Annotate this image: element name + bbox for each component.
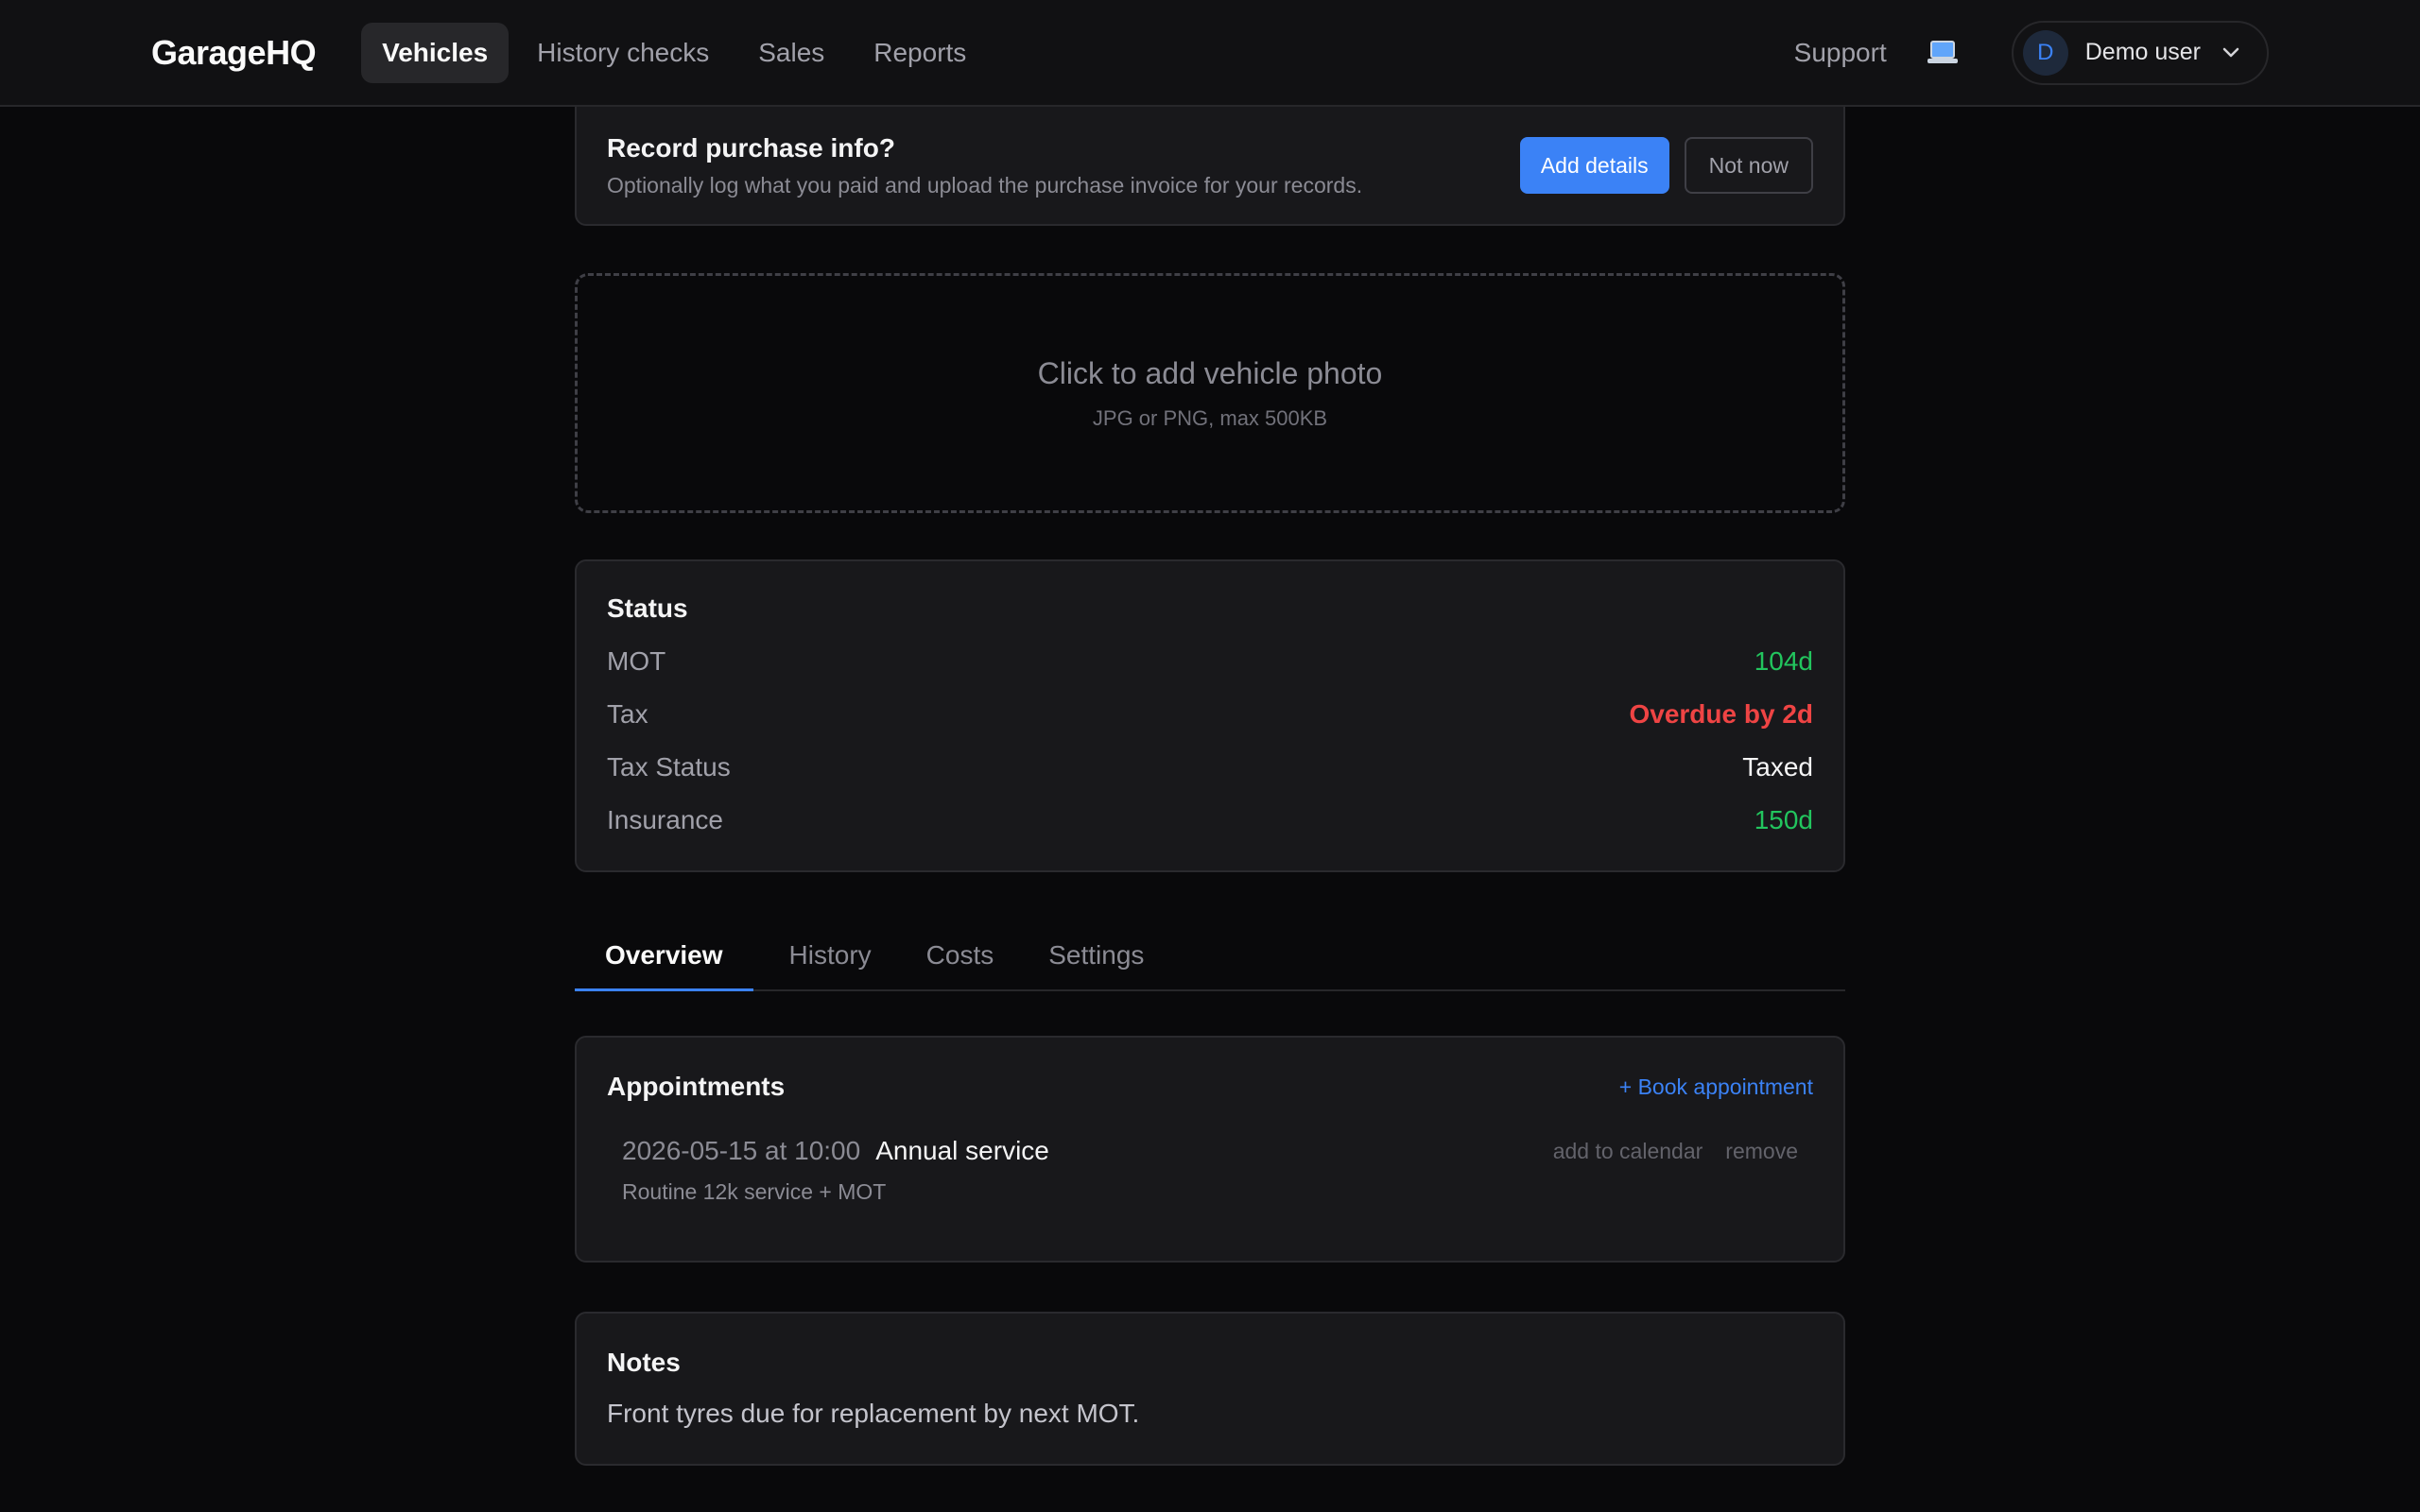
status-value: Overdue by 2d [1629,699,1813,729]
nav-item-reports[interactable]: Reports [853,23,987,83]
status-row-tax-status: Tax Status Taxed [607,741,1813,794]
status-label: Tax [607,699,648,729]
remove-appointment-link[interactable]: remove [1725,1139,1798,1164]
tab-costs[interactable]: Costs [908,921,1013,991]
appointment-item: 2026-05-15 at 10:00 Annual service add t… [607,1136,1813,1205]
vehicle-photo-dropzone[interactable]: Click to add vehicle photo JPG or PNG, m… [575,273,1845,513]
appointment-actions: add to calendar remove [1553,1139,1798,1164]
user-name: Demo user [2084,39,2201,65]
status-label: MOT [607,646,666,676]
dropzone-hint: JPG or PNG, max 500KB [1092,405,1328,430]
notes-title: Notes [607,1348,681,1377]
topbar-right: Support D Demo user [1794,20,2269,85]
tab-overview[interactable]: Overview [575,921,753,991]
status-value: 104d [1754,646,1813,676]
status-value: Taxed [1742,752,1813,782]
status-label: Tax Status [607,752,731,782]
notes-text: Front tyres due for replacement by next … [607,1399,1140,1428]
purchase-info-banner: Record purchase info? Optionally log wha… [575,107,1845,226]
tab-history[interactable]: History [770,921,890,991]
status-title: Status [607,593,688,623]
brand-logo[interactable]: GarageHQ [151,33,317,73]
add-details-button[interactable]: Add details [1519,137,1669,194]
status-value: 150d [1754,805,1813,834]
tab-settings[interactable]: Settings [1029,921,1163,991]
dropzone-title: Click to add vehicle photo [1037,355,1383,390]
vehicle-tabs: Overview History Costs Settings [575,919,1845,991]
status-row-insurance: Insurance 150d [607,794,1813,847]
appointment-title: Annual service [875,1136,1049,1165]
banner-subtitle: Optionally log what you paid and upload … [607,172,1363,198]
user-menu-button[interactable]: D Demo user [2011,20,2269,85]
laptop-icon[interactable] [1927,39,1959,67]
nav-item-vehicles[interactable]: Vehicles [361,22,510,83]
appointments-title: Appointments [607,1072,786,1101]
appointment-datetime: 2026-05-15 at 10:00 [622,1136,861,1165]
top-navbar: GarageHQ Vehicles History checks Sales R… [0,0,2420,107]
avatar: D [2022,29,2068,76]
support-link[interactable]: Support [1794,38,1887,68]
banner-text: Record purchase info? Optionally log wha… [607,133,1520,198]
status-card: Status MOT 104d Tax Overdue by 2d Tax St… [575,559,1845,872]
chevron-down-icon [2221,46,2240,60]
appointment-line: 2026-05-15 at 10:00 Annual service add t… [622,1136,1798,1166]
nav-item-sales[interactable]: Sales [737,23,845,83]
appointments-header: Appointments + Book appointment [607,1072,1813,1102]
banner-title: Record purchase info? [607,132,895,163]
appointment-description: Routine 12k service + MOT [622,1179,887,1204]
book-appointment-link[interactable]: + Book appointment [1619,1074,1813,1100]
status-label: Insurance [607,805,723,834]
main-nav: Vehicles History checks Sales Reports [361,22,987,83]
not-now-button[interactable]: Not now [1684,137,1813,194]
add-to-calendar-link[interactable]: add to calendar [1553,1139,1703,1164]
status-row-tax: Tax Overdue by 2d [607,688,1813,741]
nav-item-history-checks[interactable]: History checks [516,23,730,83]
appointments-card: Appointments + Book appointment 2026-05-… [575,1036,1845,1263]
notes-card: Notes Front tyres due for replacement by… [575,1312,1845,1466]
status-row-mot: MOT 104d [607,635,1813,688]
